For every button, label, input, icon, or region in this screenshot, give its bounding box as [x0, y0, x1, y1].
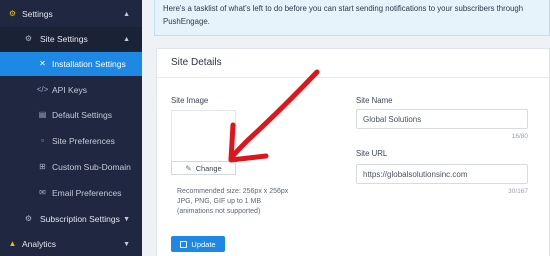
site-name-value: Global Solutions [363, 114, 422, 124]
save-icon [180, 240, 188, 248]
envelope-icon: ✉ [39, 188, 46, 197]
sidebar-item-label: Site Preferences [52, 135, 115, 146]
site-details-card: Site Details Site Image ✎ Change Recomme… [156, 48, 550, 256]
sidebar-item-installation-settings[interactable]: ✕ Installation Settings [0, 52, 142, 76]
sidebar-item-label: Custom Sub-Domain [52, 161, 131, 172]
chevron-up-icon: ▲ [123, 10, 130, 18]
nav-site-settings[interactable]: ⚙ Site Settings ▲ [0, 27, 142, 51]
site-url-input[interactable]: https://globalsolutionsinc.com [356, 164, 528, 184]
sidebar-item-label: Installation Settings [52, 58, 126, 69]
document-icon: ▤ [38, 110, 47, 119]
tasklist-info-banner: Here's a tasklist of what's left to do b… [154, 0, 550, 36]
nav-subscription-settings-label: Subscription Settings [40, 213, 120, 224]
info-text-line1: Here's a tasklist of what's left to do b… [163, 4, 524, 13]
sidebar-item-site-preferences[interactable]: ▫ Site Preferences [0, 129, 142, 153]
sidebar-item-label: Email Preferences [52, 187, 122, 198]
pencil-icon: ✎ [185, 163, 192, 173]
sidebar-item-label: Default Settings [52, 109, 113, 120]
sidebar-item-label: API Keys [52, 84, 87, 95]
main-content: Here's a tasklist of what's left to do b… [142, 0, 550, 256]
sidebar-item-api-keys[interactable]: </> API Keys [0, 78, 142, 102]
sidebar-item-custom-sub-domain[interactable]: ⊞ Custom Sub-Domain [0, 155, 142, 179]
nav-site-settings-label: Site Settings [40, 33, 88, 44]
chevron-down-icon: ▼ [123, 215, 130, 223]
settings-gear-icon: ⚙ [8, 9, 17, 18]
nav-settings-label: Settings [22, 8, 53, 19]
nav-subscription-settings[interactable]: ⚙ Subscription Settings ▼ [0, 207, 142, 231]
nav-settings[interactable]: ⚙ Settings ▲ [0, 2, 142, 26]
hint-line: Recommended size: 256px x 256px [177, 188, 289, 195]
card-title: Site Details [171, 57, 222, 68]
gear-icon: ⚙ [24, 214, 33, 223]
chevron-down-icon: ▼ [123, 240, 130, 248]
sidebar: ⚙ Settings ▲ ⚙ Site Settings ▲ ✕ Install… [0, 0, 142, 256]
site-url-label: Site URL [356, 149, 388, 158]
nav-analytics-label: Analytics [22, 238, 57, 249]
sitemap-icon: ⊞ [39, 162, 46, 171]
change-button-label: Change [195, 163, 222, 173]
site-name-label: Site Name [356, 96, 393, 105]
sidebar-item-default-settings[interactable]: ▤ Default Settings [0, 103, 142, 127]
chevron-up-icon: ▲ [123, 35, 130, 43]
site-name-char-counter: 16/80 [511, 133, 528, 140]
site-name-input[interactable]: Global Solutions [356, 109, 528, 129]
change-image-button[interactable]: ✎ Change [171, 161, 236, 175]
update-button-label: Update [191, 239, 216, 249]
site-image-label: Site Image [171, 96, 209, 105]
code-icon: </> [36, 85, 49, 94]
sidebar-item-email-preferences[interactable]: ✉ Email Preferences [0, 181, 142, 205]
update-button[interactable]: Update [171, 236, 225, 252]
tools-icon: ✕ [39, 59, 46, 68]
image-requirements-hint: Recommended size: 256px x 256px JPG, PNG… [177, 187, 288, 217]
hint-line: JPG, PNG, GIF up to 1 MB [177, 198, 262, 205]
info-text-line2: PushEngage. [163, 17, 210, 26]
site-url-value: https://globalsolutionsinc.com [363, 169, 468, 179]
analytics-icon: ▲ [8, 239, 17, 248]
preferences-icon: ▫ [41, 136, 44, 145]
hint-line: (animations not supported) [177, 208, 261, 215]
gear-icon: ⚙ [24, 34, 33, 43]
nav-analytics[interactable]: ▲ Analytics ▼ [0, 232, 142, 256]
divider [157, 77, 550, 78]
site-url-char-counter: 30/167 [508, 188, 528, 195]
